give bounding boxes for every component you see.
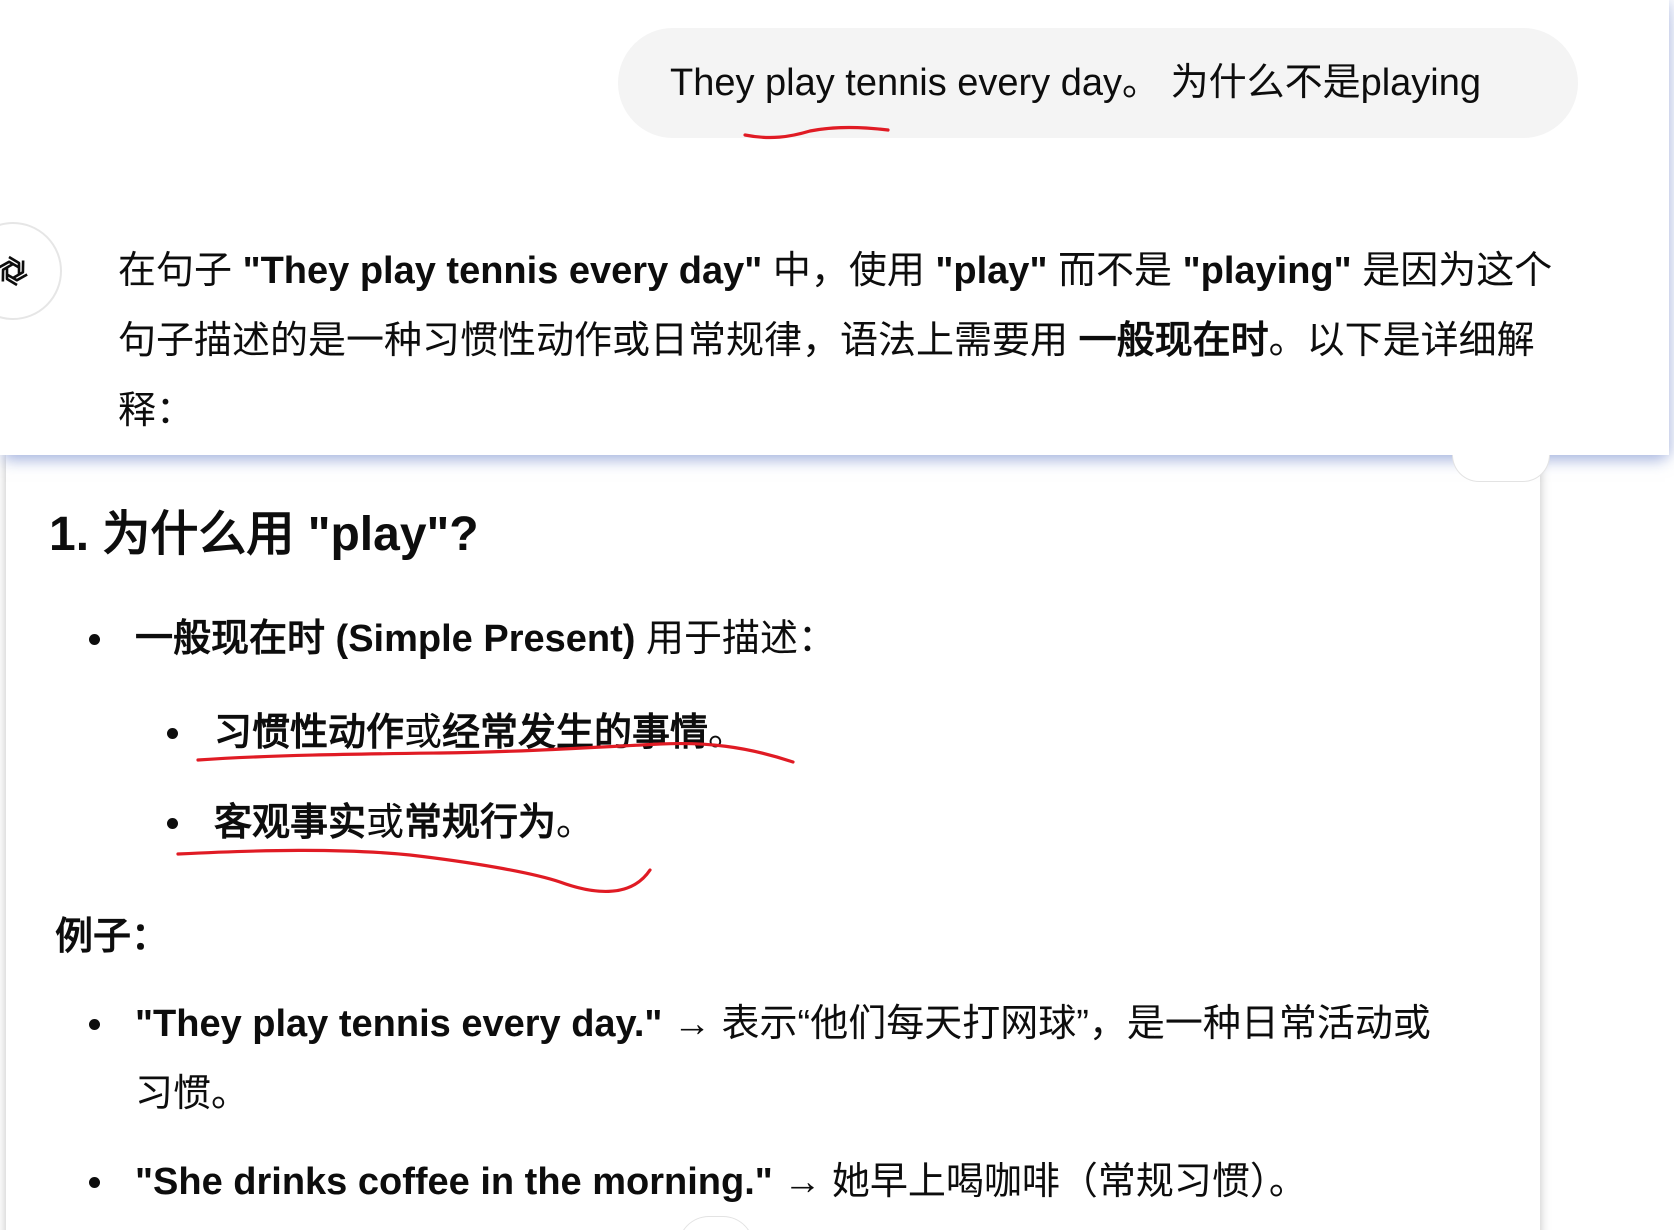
or-text: 或 — [404, 712, 443, 754]
list-item-simple-present: 一般现在时 (Simple Present) 用于描述： — [135, 604, 836, 674]
example-item-1: "They play tennis every day." → 表示“他们每天打… — [135, 989, 1431, 1059]
user-message-bubble: They play tennis every day。 为什么不是playing — [618, 28, 1578, 138]
simple-present-label: 一般现在时 (Simple Present) — [135, 618, 636, 660]
examples-label: 例子： — [55, 916, 170, 958]
frequent-things-text: 经常发生的事情 — [442, 712, 709, 754]
intro-sentence-quote: "They play tennis every day" — [242, 250, 763, 292]
example-1-explanation-cont: 习惯。 — [135, 1073, 250, 1115]
chat-screen: They play tennis every day。 为什么不是playing — [0, 0, 1674, 1230]
intro-text-1: 在句子 — [118, 250, 243, 292]
example-1-explanation: → 表示“他们每天打网球”，是一种日常活动或 — [662, 1003, 1431, 1045]
example-1-sentence: "They play tennis every day." — [135, 1003, 663, 1045]
bullet-dot — [167, 818, 178, 829]
period-text: 。 — [708, 712, 747, 754]
bullet-dot — [89, 1177, 100, 1188]
bullet-dot — [89, 634, 100, 645]
bullet-dot — [167, 728, 178, 739]
intro-text-3: 而不是 — [1047, 250, 1183, 292]
openai-logo-icon — [0, 255, 28, 287]
scroll-to-top-tab[interactable] — [1452, 455, 1550, 482]
intro-tense-name: 一般现在时 — [1078, 320, 1269, 362]
bullet-dot — [89, 1019, 100, 1030]
assistant-avatar — [0, 222, 62, 320]
intro-play-word: "play" — [935, 250, 1048, 292]
or-text: 或 — [366, 802, 405, 844]
assistant-intro-paragraph: 在句子 "They play tennis every day" 中，使用 "p… — [118, 236, 1578, 446]
example-item-2: "She drinks coffee in the morning." → 她早… — [135, 1147, 1307, 1217]
period-text: 。 — [556, 802, 595, 844]
user-message-text: They play tennis every day。 为什么不是playing — [670, 62, 1481, 104]
intro-text-2: 中，使用 — [762, 250, 936, 292]
routine-behavior-text: 常规行为 — [404, 802, 557, 844]
section-heading: 1. 为什么用 "play"? — [49, 508, 479, 561]
habitual-action-text: 习惯性动作 — [214, 712, 405, 754]
conversation-top-panel: They play tennis every day。 为什么不是playing — [0, 0, 1669, 455]
simple-present-rest: 用于描述： — [635, 618, 836, 660]
objective-fact-text: 客观事实 — [214, 802, 367, 844]
example-item-1-continued: 习惯。 — [135, 1059, 249, 1129]
example-2-explanation: → 她早上喝咖啡（常规习惯）。 — [772, 1161, 1307, 1203]
list-item-objective-fact: 客观事实或常规行为。 — [214, 788, 594, 858]
example-2-sentence: "She drinks coffee in the morning." — [135, 1161, 773, 1203]
intro-playing-word: "playing" — [1182, 250, 1352, 292]
list-item-habitual-action: 习惯性动作或经常发生的事情。 — [214, 698, 746, 768]
